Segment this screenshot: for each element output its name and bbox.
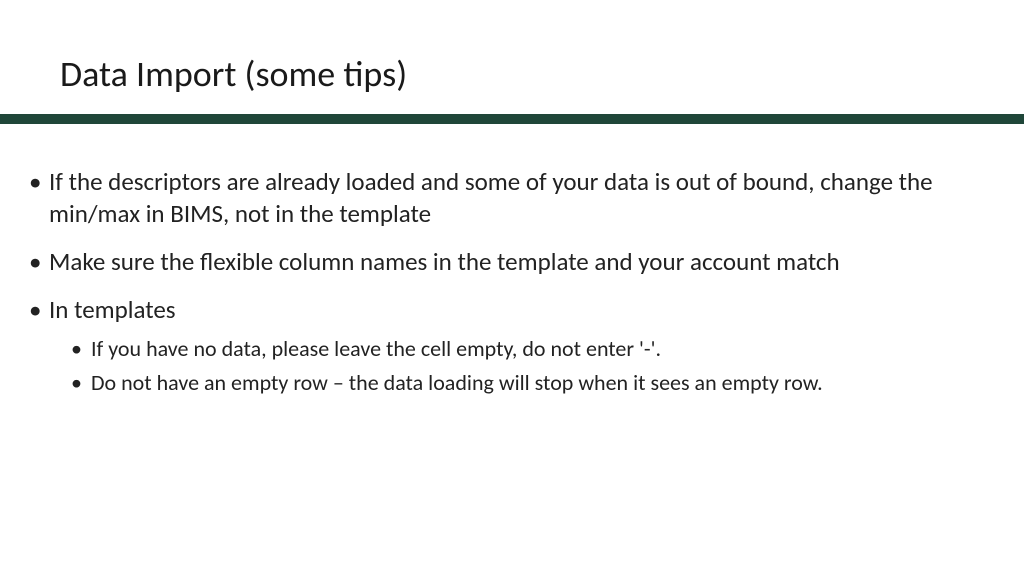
slide-title: Data Import (some tips) [0, 0, 1024, 114]
title-divider [0, 114, 1024, 124]
bullet-list: If the descriptors are already loaded an… [25, 166, 984, 397]
bullet-text: In templates [49, 294, 176, 325]
slide: Data Import (some tips) If the descripto… [0, 0, 1024, 576]
bullet-item: In templates If you have no data, please… [25, 294, 984, 397]
bullet-item: Make sure the flexible column names in t… [25, 246, 984, 278]
sub-bullet-list: If you have no data, please leave the ce… [49, 334, 984, 397]
slide-content: If the descriptors are already loaded an… [0, 124, 1024, 397]
sub-bullet-item: Do not have an empty row – the data load… [49, 368, 984, 398]
bullet-item: If the descriptors are already loaded an… [25, 166, 984, 230]
sub-bullet-item: If you have no data, please leave the ce… [49, 334, 984, 364]
